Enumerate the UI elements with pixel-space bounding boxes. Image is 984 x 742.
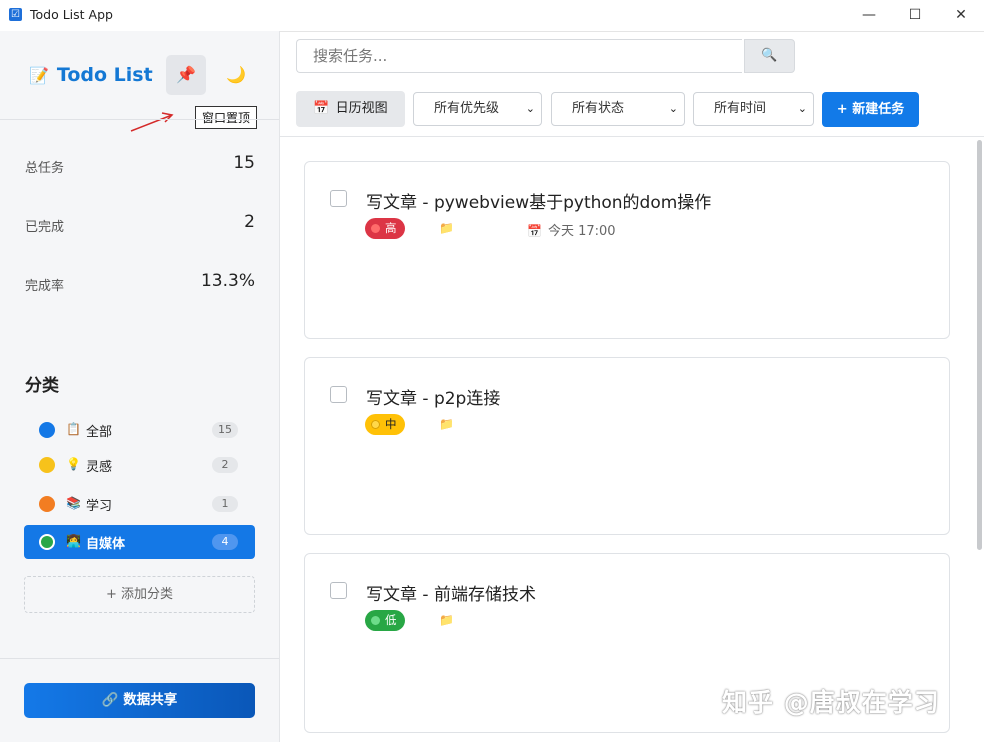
folder-icon: 📁	[439, 221, 454, 235]
chevron-down-icon: ⌄	[668, 102, 678, 115]
time-filter-select[interactable]: 所有时间 ⌄	[693, 92, 814, 126]
books-icon: 📚	[66, 496, 81, 510]
select-value: 所有时间	[714, 101, 767, 116]
maximize-button[interactable]: ☐	[892, 0, 938, 31]
calendar-icon: 📅	[527, 224, 542, 238]
status-filter-select[interactable]: 所有状态 ⌄	[551, 92, 685, 126]
stat-value: 13.3%	[200, 271, 255, 291]
category-count: 1	[212, 496, 238, 512]
priority-badge: 低	[365, 610, 405, 631]
window-titlebar: ☑ Todo List App — ☐ ✕	[0, 0, 984, 32]
priority-badge: 高	[365, 218, 405, 239]
stat-label: 已完成	[25, 220, 65, 235]
categories-title: 分类	[25, 376, 59, 396]
category-count: 4	[212, 534, 238, 550]
clipboard-icon: 📋	[66, 422, 81, 436]
add-category-button[interactable]: + 添加分类	[24, 576, 255, 613]
main-scrollbar[interactable]	[975, 140, 984, 550]
close-button[interactable]: ✕	[938, 0, 984, 31]
stat-total: 总任务 15	[25, 153, 255, 177]
task-title: 写文章 - pywebview基于python的dom操作	[366, 193, 712, 213]
stat-value: 15	[233, 153, 255, 173]
scrollbar-thumb[interactable]	[977, 140, 982, 550]
memo-icon: 📝	[29, 66, 49, 85]
new-task-button[interactable]: + 新建任务	[822, 92, 919, 127]
category-color-dot	[39, 496, 55, 512]
divider	[280, 136, 984, 137]
category-label: 学习	[86, 499, 113, 514]
app-brand: 📝 Todo List	[29, 64, 153, 86]
search-input[interactable]	[296, 39, 742, 73]
task-title: 写文章 - p2p连接	[366, 389, 501, 409]
task-due: 📅 今天 17:00	[527, 220, 616, 239]
task-checkbox[interactable]	[330, 386, 347, 403]
task-card[interactable]: 写文章 - pywebview基于python的dom操作 高 📁 📅 今天 17…	[304, 161, 950, 339]
app-icon: ☑	[9, 8, 22, 21]
window-title: Todo List App	[30, 7, 113, 22]
priority-dot-icon	[371, 224, 380, 233]
sidebar: 📝 Todo List 📌 🌙 窗口置顶 总任务 15 已完成 2 完成率 13.…	[0, 31, 280, 742]
priority-badge: 中	[365, 414, 405, 435]
stat-completion-rate: 完成率 13.3%	[25, 271, 255, 295]
select-value: 所有优先级	[434, 101, 500, 116]
calendar-view-label: 日历视图	[335, 101, 388, 116]
category-item-self-media[interactable]: 👩‍💻 自媒体 4	[24, 525, 255, 559]
pin-window-button[interactable]: 📌	[166, 55, 206, 95]
priority-label: 低	[385, 613, 397, 627]
category-item-inspiration[interactable]: 💡 灵感 2	[24, 448, 255, 482]
priority-label: 中	[385, 417, 397, 431]
watermark: 知乎 @唐叔在学习	[722, 688, 940, 717]
select-value: 所有状态	[572, 101, 625, 116]
technologist-icon: 👩‍💻	[66, 534, 81, 548]
category-count: 2	[212, 457, 238, 473]
category-label: 全部	[86, 425, 113, 440]
folder-icon: 📁	[439, 613, 454, 627]
category-item-study[interactable]: 📚 学习 1	[24, 487, 255, 521]
priority-dot-icon	[371, 420, 380, 429]
brand-title: Todo List	[56, 64, 153, 86]
priority-dot-icon	[371, 616, 380, 625]
category-item-all[interactable]: 📋 全部 15	[24, 413, 255, 447]
task-card[interactable]: 写文章 - p2p连接 中 📁	[304, 357, 950, 535]
stat-completed: 已完成 2	[25, 212, 255, 236]
divider	[0, 119, 279, 120]
divider	[0, 658, 279, 659]
category-color-dot	[39, 457, 55, 473]
task-due-text: 今天 17:00	[547, 224, 616, 239]
task-checkbox[interactable]	[330, 190, 347, 207]
theme-toggle-button[interactable]: 🌙	[222, 61, 250, 89]
data-share-button[interactable]: 🔗 数据共享	[24, 683, 255, 718]
category-count: 15	[212, 422, 238, 438]
stat-label: 总任务	[25, 161, 65, 176]
task-checkbox[interactable]	[330, 582, 347, 599]
pin-icon: 📌	[176, 65, 196, 84]
calendar-view-button[interactable]: 📅 日历视图	[296, 91, 405, 127]
search-icon: 🔍	[761, 48, 778, 63]
lightbulb-icon: 💡	[66, 457, 81, 471]
folder-icon: 📁	[439, 417, 454, 431]
minimize-button[interactable]: —	[846, 0, 892, 31]
category-color-dot	[39, 422, 55, 438]
calendar-icon: 📅	[313, 101, 330, 116]
task-title: 写文章 - 前端存储技术	[366, 585, 536, 605]
priority-filter-select[interactable]: 所有优先级 ⌄	[413, 92, 542, 126]
stat-label: 完成率	[25, 279, 65, 294]
pin-tooltip: 窗口置顶	[195, 106, 258, 129]
search-button[interactable]: 🔍	[744, 39, 795, 73]
moon-icon: 🌙	[226, 65, 246, 84]
annotation-arrow-icon	[130, 112, 174, 132]
chevron-down-icon: ⌄	[797, 102, 807, 115]
category-label: 自媒体	[86, 537, 126, 552]
priority-label: 高	[385, 221, 397, 235]
stat-value: 2	[244, 212, 255, 232]
category-label: 灵感	[86, 460, 113, 475]
chevron-down-icon: ⌄	[525, 102, 535, 115]
category-color-dot	[39, 534, 55, 550]
